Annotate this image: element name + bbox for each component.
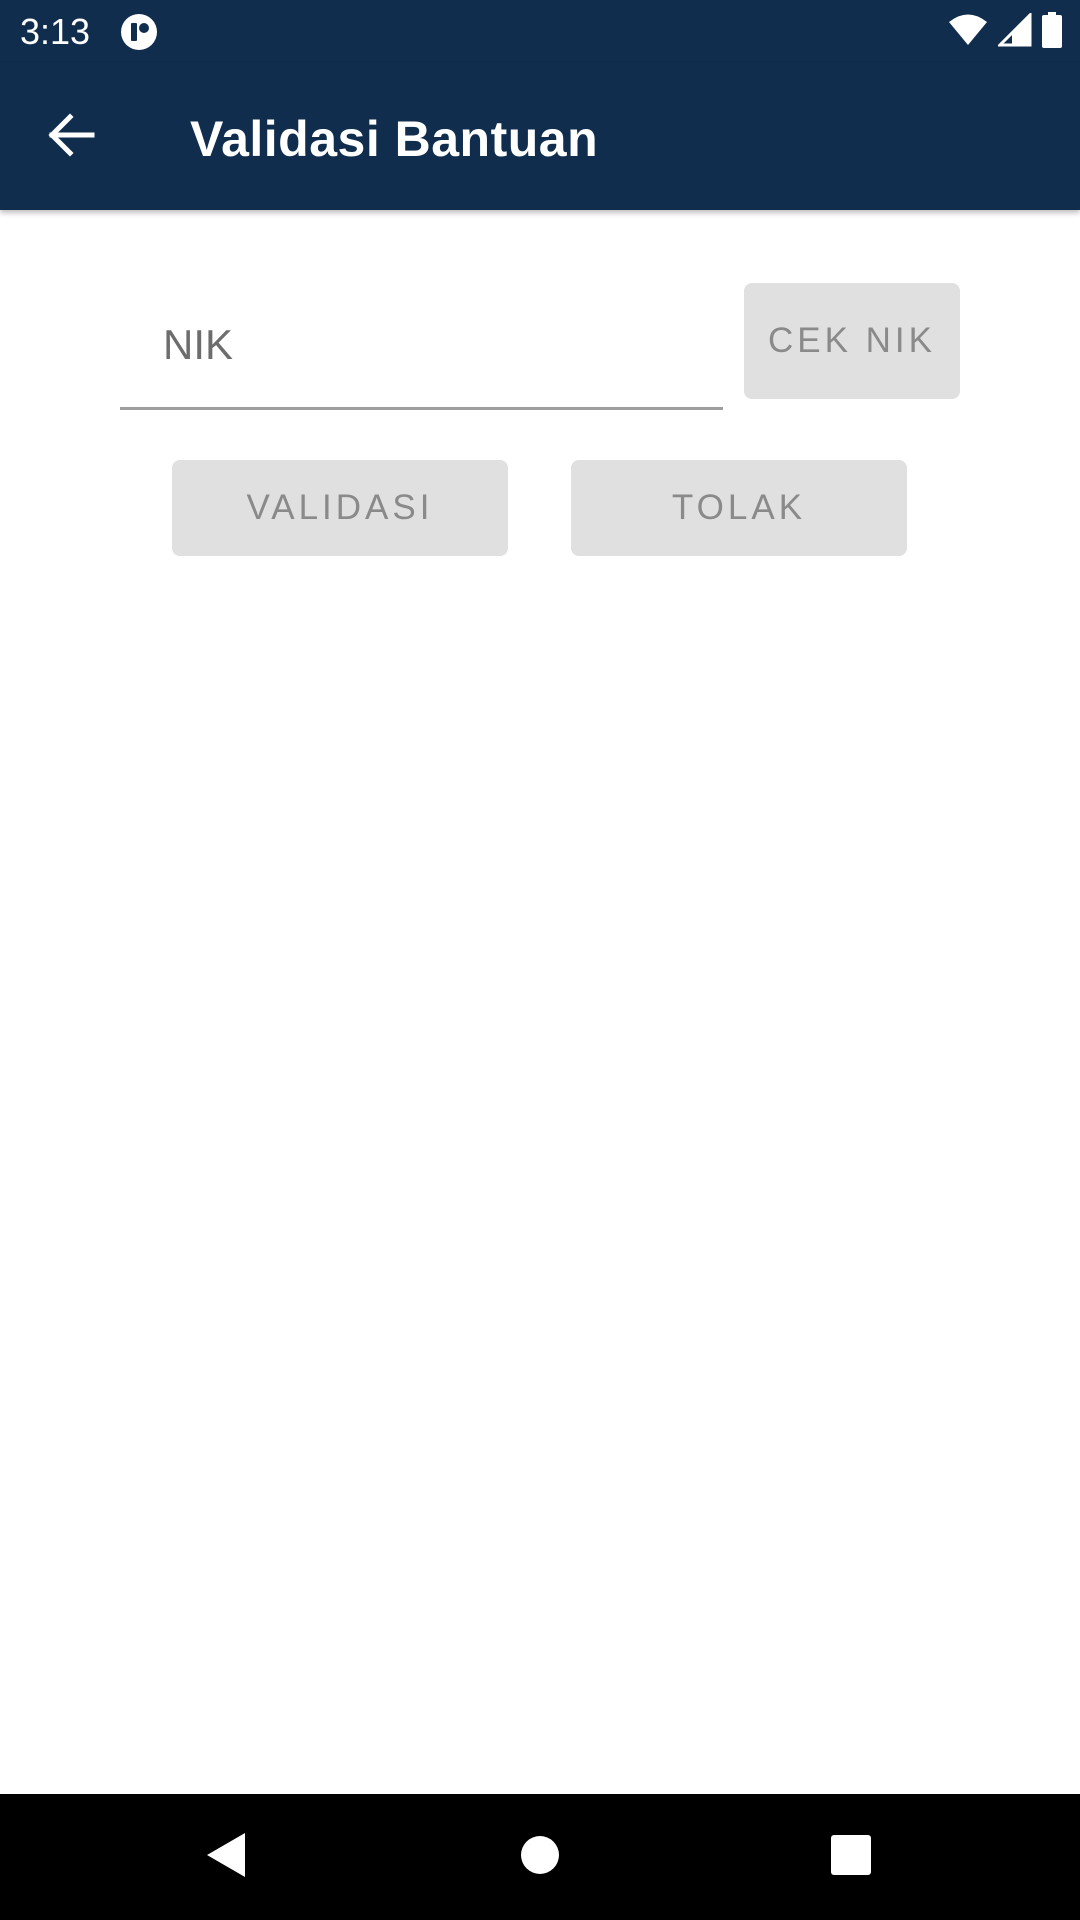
tolak-button[interactable]: TOLAK [571, 460, 907, 556]
nav-home-icon [519, 1834, 561, 1881]
nik-field [120, 282, 723, 414]
nav-home-button[interactable] [500, 1817, 580, 1897]
nav-recents-button[interactable] [811, 1817, 891, 1897]
arrow-left-icon [48, 112, 96, 162]
nav-back-icon [201, 1829, 249, 1886]
nav-back-button[interactable] [185, 1817, 265, 1897]
screen: 3:13 Validasi Bantuan NIK CEK NIK VALIDA… [0, 0, 1080, 1920]
system-nav-bar [0, 1794, 1080, 1920]
nik-input[interactable] [120, 282, 723, 410]
back-button[interactable] [30, 101, 114, 173]
status-bar: 3:13 [0, 0, 1080, 63]
page-title: Validasi Bantuan [190, 111, 599, 167]
validasi-button[interactable]: VALIDASI [172, 460, 508, 556]
app-bar: Validasi Bantuan [0, 63, 1080, 210]
notification-app-icon [120, 13, 158, 51]
battery-icon [1042, 11, 1062, 53]
cell-signal-icon [996, 10, 1032, 52]
cek-nik-button[interactable]: CEK NIK [744, 283, 960, 399]
wifi-icon [948, 13, 988, 52]
nav-recents-icon [830, 1834, 872, 1881]
status-time: 3:13 [20, 11, 91, 52]
status-icons [948, 10, 1062, 53]
